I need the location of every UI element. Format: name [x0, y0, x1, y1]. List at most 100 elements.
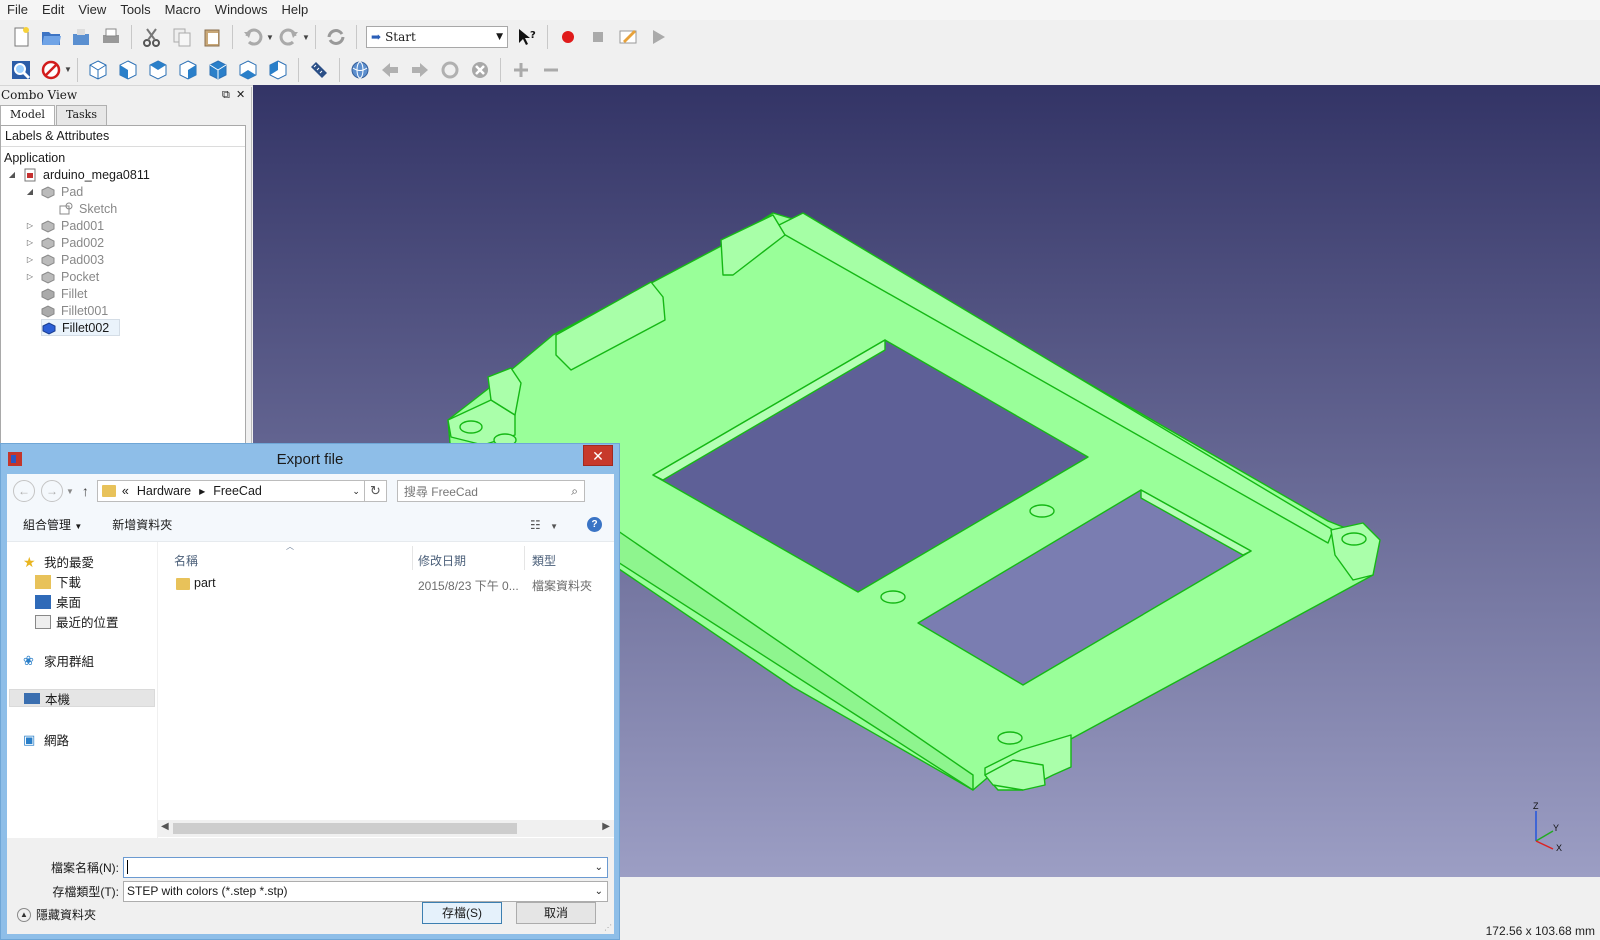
bottom-view-icon[interactable] [235, 57, 261, 83]
draw-style-icon[interactable] [38, 57, 64, 83]
zoom-out-icon[interactable] [538, 57, 564, 83]
tree-item-pocket[interactable]: ▷ Pocket [25, 268, 99, 285]
copy-icon[interactable] [169, 24, 195, 50]
breadcrumb-separator-icon[interactable]: ▶ [199, 487, 205, 496]
tree-item-pad[interactable]: ◢ Pad [25, 183, 83, 200]
print-icon[interactable] [98, 24, 124, 50]
tab-tasks[interactable]: Tasks [55, 105, 107, 125]
menu-help[interactable]: Help [275, 0, 316, 20]
web-globe-icon[interactable] [347, 57, 373, 83]
nav-favorites[interactable]: ★ 我的最愛 [23, 552, 94, 571]
measure-icon[interactable] [306, 57, 332, 83]
forward-button[interactable]: → [41, 480, 63, 502]
left-view-icon[interactable] [265, 57, 291, 83]
hide-folders-toggle[interactable]: ▲ 隱藏資料夾 [17, 906, 96, 923]
menu-edit[interactable]: Edit [35, 0, 71, 20]
change-view-button[interactable]: ☷ ▼ [530, 518, 558, 532]
menu-file[interactable]: File [0, 0, 35, 20]
column-divider[interactable] [412, 546, 413, 570]
column-modified-header[interactable]: 修改日期 [418, 552, 466, 569]
refresh-button[interactable]: ↻ [364, 480, 387, 502]
tree-item-fillet002[interactable]: Fillet002 [25, 319, 121, 336]
tree-root-application[interactable]: Application [4, 149, 65, 166]
breadcrumb-hardware[interactable]: Hardware [137, 484, 191, 498]
isometric-view-icon[interactable] [85, 57, 111, 83]
expand-arrow-icon[interactable]: ▷ [25, 255, 35, 264]
nav-homegroup[interactable]: ❀ 家用群組 [23, 651, 94, 670]
save-button[interactable]: 存檔(S) [422, 902, 502, 924]
tree-item-fillet001[interactable]: Fillet001 [25, 302, 108, 319]
open-folder-icon[interactable] [38, 24, 64, 50]
horizontal-scrollbar[interactable]: ◀ ▶ [157, 820, 614, 837]
top-view-icon[interactable] [145, 57, 171, 83]
menu-macro[interactable]: Macro [158, 0, 208, 20]
menu-tools[interactable]: Tools [113, 0, 157, 20]
edit-macro-icon[interactable] [615, 24, 641, 50]
front-view-icon[interactable] [115, 57, 141, 83]
column-divider[interactable] [524, 546, 525, 570]
up-folder-icon[interactable]: ↑ [82, 483, 89, 499]
nav-this-pc[interactable]: 本機 [9, 689, 155, 707]
chevron-down-icon[interactable]: ⌄ [352, 486, 360, 497]
scrollbar-thumb[interactable] [173, 823, 517, 834]
scroll-left-icon[interactable]: ◀ [161, 821, 169, 832]
tab-model[interactable]: Model [0, 105, 55, 125]
tree-item-sketch[interactable]: Sketch [43, 200, 117, 217]
paste-icon[interactable] [199, 24, 225, 50]
column-type-header[interactable]: 類型 [532, 552, 556, 569]
recent-locations-icon[interactable]: ▼ [66, 487, 74, 496]
nav-downloads[interactable]: 下載 [35, 572, 81, 591]
filename-field[interactable]: ⌄ [123, 856, 608, 878]
help-icon[interactable]: ? [587, 517, 602, 532]
organize-button[interactable]: 組合管理 ▼ [23, 516, 82, 533]
scroll-right-icon[interactable]: ▶ [602, 821, 610, 832]
undo-dropdown-icon[interactable]: ▼ [266, 24, 274, 50]
menu-windows[interactable]: Windows [208, 0, 275, 20]
column-name-header[interactable]: 名稱 [174, 552, 198, 569]
run-macro-icon[interactable] [645, 24, 671, 50]
new-document-icon[interactable] [8, 24, 34, 50]
whats-this-icon[interactable]: ? [514, 24, 540, 50]
redo-icon[interactable] [276, 24, 302, 50]
chevron-down-icon[interactable]: ⌄ [595, 862, 603, 873]
menu-view[interactable]: View [71, 0, 113, 20]
zoom-in-icon[interactable] [508, 57, 534, 83]
chevron-down-icon[interactable]: ⌄ [595, 886, 603, 897]
tree-item-pad001[interactable]: ▷ Pad001 [25, 217, 104, 234]
collapse-arrow-icon[interactable]: ◢ [25, 187, 35, 196]
expand-arrow-icon[interactable]: ▷ [25, 221, 35, 230]
tree-item-document[interactable]: ◢ arduino_mega0811 [7, 166, 150, 183]
forward-arrow-icon[interactable] [407, 57, 433, 83]
back-button[interactable]: ← [13, 480, 35, 502]
record-macro-icon[interactable] [555, 24, 581, 50]
nav-recent[interactable]: 最近的位置 [35, 612, 119, 631]
float-panel-icon[interactable]: ⧉ [222, 88, 230, 102]
nav-network[interactable]: ▣ 網路 [23, 730, 69, 749]
resize-grip-icon[interactable]: ⋰ [604, 923, 612, 932]
fit-all-icon[interactable] [8, 57, 34, 83]
right-view-icon[interactable] [175, 57, 201, 83]
address-bar[interactable]: « Hardware ▶ FreeCad ⌄ [96, 480, 365, 502]
close-panel-icon[interactable]: ✕ [236, 88, 245, 101]
back-arrow-icon[interactable] [377, 57, 403, 83]
file-row[interactable]: part 2015/8/23 下午 0... 檔案資料夾 [158, 572, 615, 596]
tree-item-fillet[interactable]: Fillet [25, 285, 87, 302]
web-stop-icon[interactable] [467, 57, 493, 83]
save-icon[interactable] [68, 24, 94, 50]
collapse-arrow-icon[interactable]: ◢ [7, 170, 17, 179]
close-icon[interactable]: ✕ [583, 445, 613, 466]
tree-item-pad002[interactable]: ▷ Pad002 [25, 234, 104, 251]
expand-arrow-icon[interactable]: ▷ [25, 238, 35, 247]
filetype-select[interactable]: STEP with colors (*.step *.stp) ⌄ [123, 880, 608, 902]
dialog-titlebar[interactable]: Export file ✕ [1, 444, 619, 474]
refresh-icon[interactable] [323, 24, 349, 50]
nav-desktop[interactable]: 桌面 [35, 592, 81, 611]
stop-macro-icon[interactable] [585, 24, 611, 50]
web-refresh-icon[interactable] [437, 57, 463, 83]
cut-icon[interactable] [139, 24, 165, 50]
expand-arrow-icon[interactable]: ▷ [25, 272, 35, 281]
search-input[interactable]: 搜尋 FreeCad ⌕ [396, 480, 585, 502]
redo-dropdown-icon[interactable]: ▼ [302, 24, 310, 50]
undo-icon[interactable] [240, 24, 266, 50]
draw-style-dropdown-icon[interactable]: ▼ [64, 57, 72, 83]
